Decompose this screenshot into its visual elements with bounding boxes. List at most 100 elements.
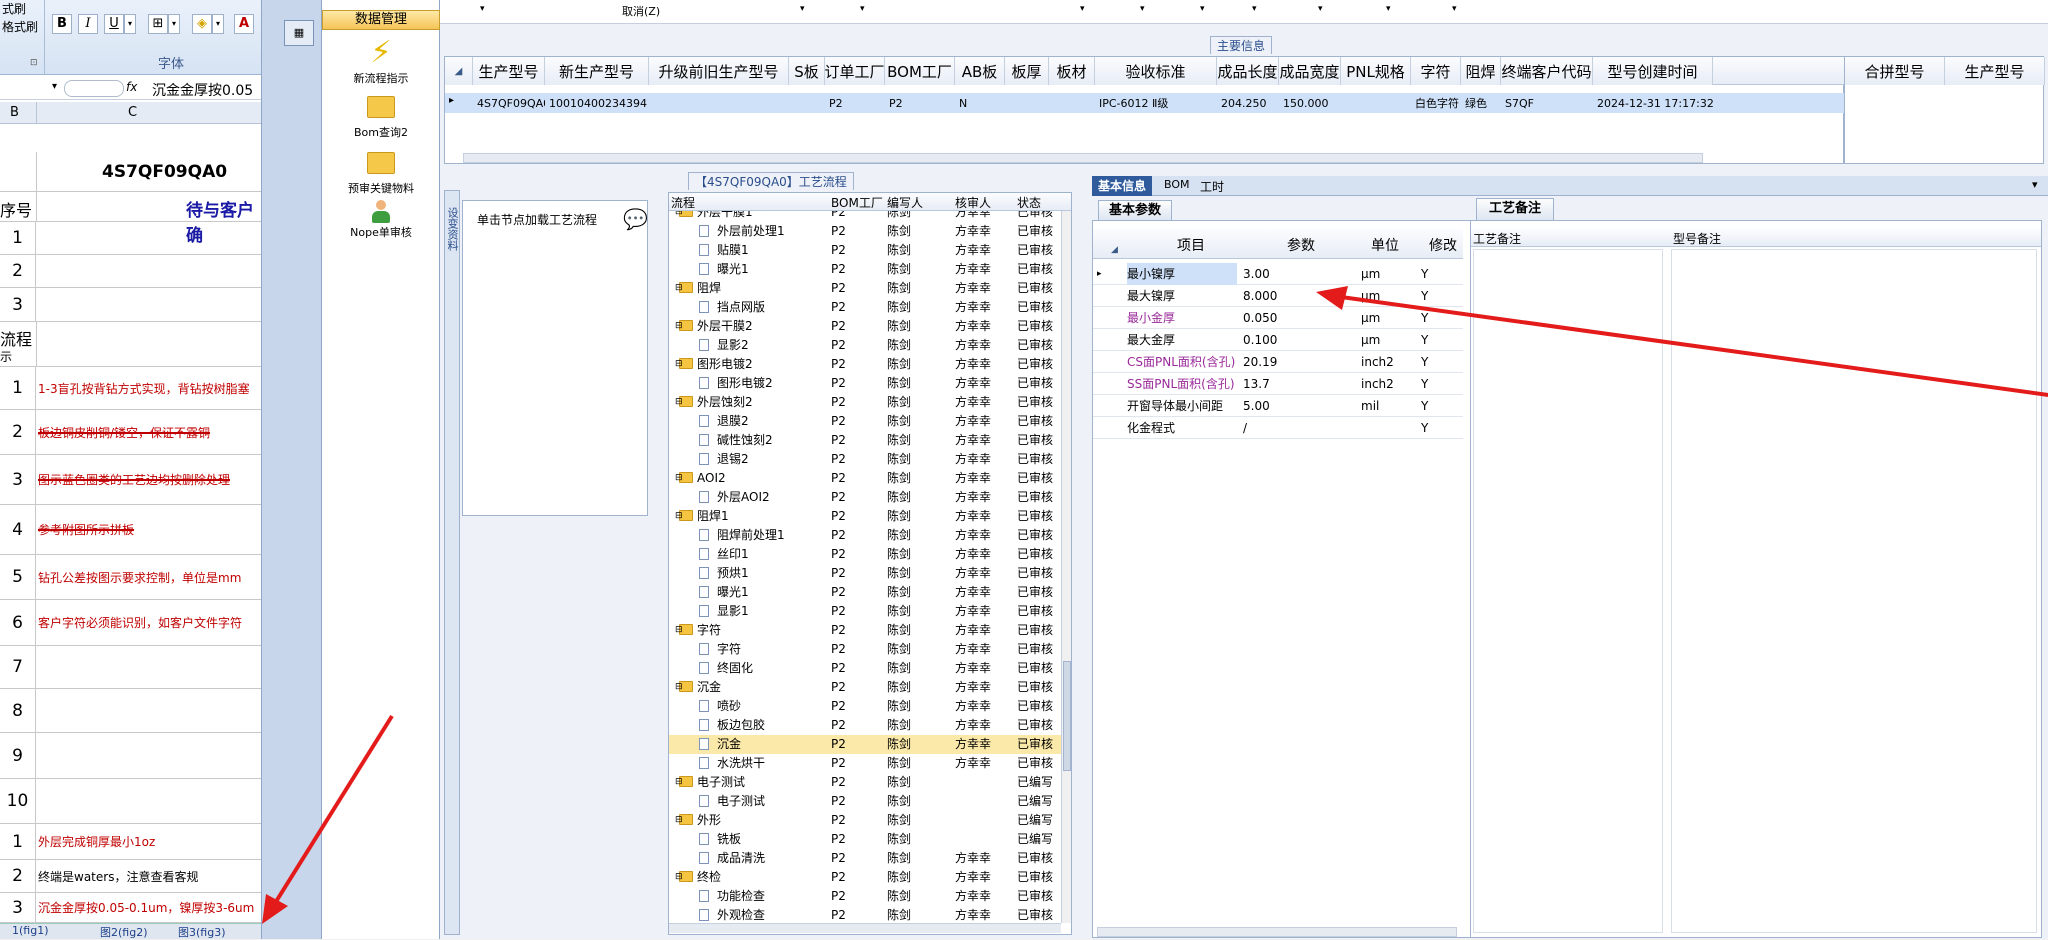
- main-info-cell[interactable]: [1009, 93, 1049, 113]
- design-change-tab[interactable]: 设变资料: [446, 207, 460, 267]
- process-tree-row[interactable]: 显影2 P2 陈剑 方幸幸 已审核: [669, 336, 1061, 355]
- process-tree-row[interactable]: 退膜2 P2 陈剑 方幸幸 已审核: [669, 412, 1061, 431]
- main-info-cell[interactable]: 10010400234394: [549, 93, 649, 113]
- tab-work-hours[interactable]: 工时: [1200, 178, 1224, 195]
- sheet-row[interactable]: 2: [0, 255, 261, 288]
- process-tree-row[interactable]: ⊟ 阻焊 P2 陈剑 方幸幸 已审核: [669, 279, 1061, 298]
- sheet-row-text[interactable]: 参考附图所示拼板: [38, 505, 261, 554]
- process-tree-row[interactable]: ⊟ 外层干膜2 P2 陈剑 方幸幸 已审核: [669, 317, 1061, 336]
- collapse-icon[interactable]: ⊟: [675, 811, 683, 830]
- collapse-icon[interactable]: ⊟: [675, 469, 683, 488]
- tab-basic-info[interactable]: 基本信息: [1092, 176, 1153, 196]
- process-tree-row[interactable]: 水洗烘干 P2 陈剑 方幸幸 已审核: [669, 754, 1061, 773]
- process-tree-row[interactable]: ⊟ 阻焊1 P2 陈剑 方幸幸 已审核: [669, 507, 1061, 526]
- process-tree-row[interactable]: 沉金 P2 陈剑 方幸幸 已审核: [669, 735, 1061, 754]
- main-info-cell[interactable]: N: [959, 93, 1005, 113]
- process-tree-row[interactable]: 预烘1 P2 陈剑 方幸幸 已审核: [669, 564, 1061, 583]
- format-painter-label-2[interactable]: 格式刷: [2, 18, 38, 35]
- dropdown-icon[interactable]: ▾: [480, 4, 485, 14]
- main-info-col-header[interactable]: AB板: [955, 57, 1005, 85]
- main-info-cell[interactable]: 2024-12-31 17:17:32: [1597, 93, 1713, 113]
- main-info-col-header[interactable]: 验收标准: [1095, 57, 1217, 85]
- main-info-col-header[interactable]: 新生产型号: [545, 57, 649, 85]
- main-info-col-header[interactable]: 生产型号: [473, 57, 545, 85]
- process-tree-row[interactable]: 外观检查 P2 陈剑 方幸幸 已审核: [669, 906, 1061, 923]
- tab-bom[interactable]: BOM: [1164, 178, 1190, 191]
- main-info-h-scrollbar[interactable]: [463, 153, 1703, 163]
- dropdown-icon[interactable]: ▾: [1200, 4, 1205, 14]
- main-info-col-header[interactable]: 终端客户代码: [1501, 57, 1593, 85]
- main-info-cell[interactable]: 4S7QF09QA0: [477, 93, 545, 113]
- process-tree-row[interactable]: 贴膜1 P2 陈剑 方幸幸 已审核: [669, 241, 1061, 260]
- process-tree-row[interactable]: ⊟ 图形电镀2 P2 陈剑 方幸幸 已审核: [669, 355, 1061, 374]
- collapse-icon[interactable]: ⊟: [675, 211, 683, 222]
- tree-h-scrollbar[interactable]: [669, 923, 1061, 933]
- dropdown-icon[interactable]: ▾: [860, 4, 865, 14]
- process-tree-row[interactable]: ⊟ 字符 P2 陈剑 方幸幸 已审核: [669, 621, 1061, 640]
- process-tree-row[interactable]: 铣板 P2 陈剑 已编写: [669, 830, 1061, 849]
- process-tree-row[interactable]: 曝光1 P2 陈剑 方幸幸 已审核: [669, 260, 1061, 279]
- name-box-dropdown-icon[interactable]: ▾: [52, 81, 57, 92]
- dropdown-icon[interactable]: ▾: [800, 4, 805, 14]
- process-tree-row[interactable]: 曝光1 P2 陈剑 方幸幸 已审核: [669, 583, 1061, 602]
- sheet-row-text[interactable]: 客户字符必须能识别，如客户文件字符: [38, 600, 261, 645]
- sheet-row[interactable]: 5 钻孔公差按图示要求控制，单位是mm: [0, 555, 261, 600]
- collapse-icon[interactable]: ⊟: [675, 773, 683, 792]
- collapse-icon[interactable]: ⊟: [675, 393, 683, 412]
- sheet-row-text[interactable]: 板边铜皮削铜/镂空，保证不露铜: [38, 410, 261, 454]
- main-info-cell[interactable]: P2: [889, 93, 955, 113]
- process-tree-row[interactable]: ⊟ 电子测试 P2 陈剑 已编写: [669, 773, 1061, 792]
- italic-button[interactable]: I: [78, 14, 98, 34]
- process-tree-row[interactable]: 显影1 P2 陈剑 方幸幸 已审核: [669, 602, 1061, 621]
- sheet-row-text[interactable]: [38, 288, 261, 321]
- underline-dropdown-icon[interactable]: ▾: [124, 14, 136, 34]
- process-tree-row[interactable]: 外层AOI2 P2 陈剑 方幸幸 已审核: [669, 488, 1061, 507]
- process-tree-row[interactable]: 字符 P2 陈剑 方幸幸 已审核: [669, 640, 1061, 659]
- main-info-col-header[interactable]: 板厚: [1005, 57, 1049, 85]
- sheet-row[interactable]: 7: [0, 646, 261, 689]
- main-info-data-row[interactable]: ▸ 4S7QF09QA0 10010400234394 P2 P2 N IPC-6012 …: [445, 93, 1845, 113]
- main-info-cell[interactable]: [1345, 93, 1411, 113]
- fill-dropdown-icon[interactable]: ▾: [212, 14, 224, 34]
- process-tree-row[interactable]: 外层前处理1 P2 陈剑 方幸幸 已审核: [669, 222, 1061, 241]
- cancel-button[interactable]: 取消(Z): [622, 3, 660, 19]
- main-info-cell[interactable]: [793, 93, 825, 113]
- main-info-col-header[interactable]: S板: [789, 57, 825, 85]
- tree-v-scrollbar[interactable]: [1061, 211, 1071, 923]
- format-painter-label[interactable]: 式刷: [2, 0, 26, 17]
- main-info-cell[interactable]: S7QF: [1505, 93, 1593, 113]
- dropdown-icon[interactable]: ▾: [1386, 4, 1391, 14]
- sheet-row[interactable]: 3: [0, 288, 261, 322]
- nav-new-flow[interactable]: ⚡ 新流程指示: [322, 36, 440, 86]
- process-tree-row[interactable]: 终固化 P2 陈剑 方幸幸 已审核: [669, 659, 1061, 678]
- main-info-col-header[interactable]: 阻焊: [1461, 57, 1501, 85]
- data-management-tab[interactable]: 数据管理: [322, 10, 440, 30]
- tabs-dropdown-icon[interactable]: ▾: [2032, 178, 2038, 191]
- sheet-row[interactable]: 2 板边铜皮削铜/镂空，保证不露铜: [0, 410, 261, 455]
- process-tree-row[interactable]: ⊟ 外形 P2 陈剑 已编写: [669, 811, 1061, 830]
- dropdown-icon[interactable]: ▾: [1252, 4, 1257, 14]
- nav-key-material[interactable]: 预审关键物料: [322, 152, 440, 196]
- main-info-cell[interactable]: 150.000: [1283, 93, 1341, 113]
- calculator-icon[interactable]: ▦: [284, 20, 314, 46]
- process-tree-row[interactable]: ⊟ 外层蚀刻2 P2 陈剑 方幸幸 已审核: [669, 393, 1061, 412]
- process-tree-row[interactable]: 挡点网版 P2 陈剑 方幸幸 已审核: [669, 298, 1061, 317]
- main-info-col-header[interactable]: 板材: [1049, 57, 1095, 85]
- main-info-col-header[interactable]: BOM工厂: [885, 57, 955, 85]
- collapse-icon[interactable]: ⊟: [675, 868, 683, 887]
- sheet-row-text[interactable]: 1-3盲孔按背钻方式实现，背钻按树脂塞: [38, 367, 261, 409]
- process-tree-row[interactable]: ⊟ 外层干膜1 P2 陈剑 方幸幸 已审核: [669, 211, 1061, 222]
- main-info-col-header[interactable]: 成品长度: [1217, 57, 1279, 85]
- process-tree-row[interactable]: ⊟ AOI2 P2 陈剑 方幸幸 已审核: [669, 469, 1061, 488]
- process-tree-row[interactable]: ⊟ 沉金 P2 陈剑 方幸幸 已审核: [669, 678, 1061, 697]
- process-tree-row[interactable]: 阻焊前处理1 P2 陈剑 方幸幸 已审核: [669, 526, 1061, 545]
- sheet-row[interactable]: 1 1-3盲孔按背钻方式实现，背钻按树脂塞: [0, 367, 261, 410]
- process-tree-row[interactable]: ⊟ 终检 P2 陈剑 方幸幸 已审核: [669, 868, 1061, 887]
- fill-color-icon[interactable]: ◈: [192, 14, 212, 34]
- formula-expand-button[interactable]: [64, 80, 124, 97]
- formula-input[interactable]: 沉金金厚按0.05: [152, 80, 253, 100]
- dropdown-icon[interactable]: ▾: [1452, 4, 1457, 14]
- sheet-row-text[interactable]: [38, 222, 261, 254]
- fx-icon[interactable]: fx: [126, 80, 137, 94]
- main-info-cell[interactable]: [653, 93, 789, 113]
